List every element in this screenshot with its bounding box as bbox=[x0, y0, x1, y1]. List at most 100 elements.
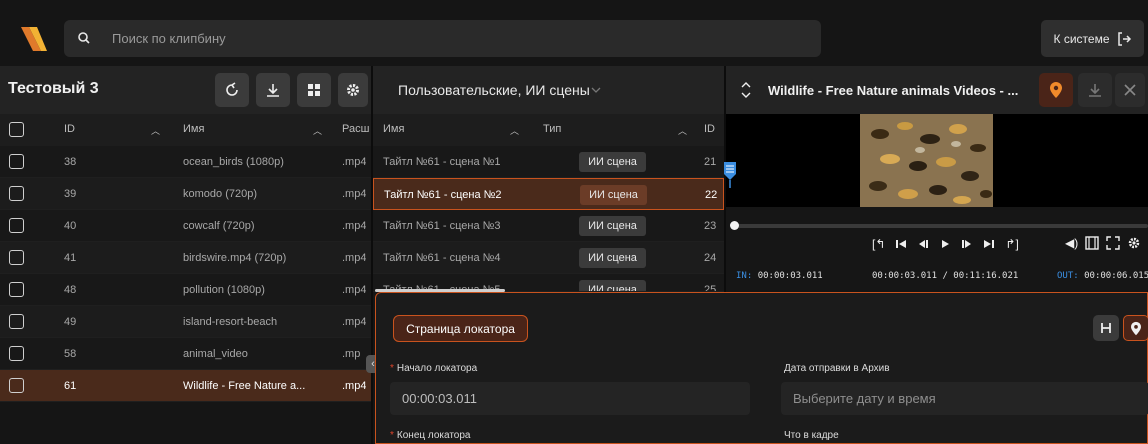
row-checkbox[interactable] bbox=[9, 218, 24, 233]
scene-id: 22 bbox=[705, 189, 718, 201]
search-icon bbox=[78, 32, 90, 44]
step-forward-icon[interactable] bbox=[961, 238, 973, 250]
archive-date-input[interactable]: Выберите дату и время bbox=[781, 382, 1148, 415]
out-value: 00:00:06.015 bbox=[1084, 271, 1148, 281]
current-position: 00:00:03.011 / 00:11:16.021 bbox=[872, 271, 1019, 281]
grid-icon bbox=[308, 84, 320, 96]
player-controls: [↰ ↱] ◀︎) IN: 00:00:03.011 00:00:03.011 … bbox=[726, 207, 1148, 290]
sort-up-icon[interactable]: ︿ bbox=[510, 124, 519, 137]
row-name: Wildlife - Free Nature a... bbox=[183, 380, 306, 392]
settings-button[interactable] bbox=[338, 73, 368, 107]
app-logo-icon[interactable] bbox=[17, 23, 51, 57]
table-row[interactable]: Тайтл №61 - сцена №4 ИИ сцена 24 bbox=[373, 242, 724, 274]
table-row-selected[interactable]: Тайтл №61 - сцена №2 ИИ сцена 22 bbox=[373, 178, 724, 210]
fullscreen-icon[interactable] bbox=[1106, 236, 1120, 250]
download-button[interactable] bbox=[1078, 73, 1112, 107]
scenes-title[interactable]: Пользовательские, ИИ сцены bbox=[398, 82, 590, 98]
column-name[interactable]: Имя bbox=[183, 123, 204, 135]
scene-id: 24 bbox=[704, 252, 717, 264]
row-checkbox[interactable] bbox=[9, 314, 24, 329]
volume-icon[interactable]: ◀︎) bbox=[1065, 236, 1078, 250]
locator-page-tab[interactable]: Страница локатора bbox=[393, 315, 528, 342]
table-row[interactable]: 41 birdswire.mp4 (720p) .mp4 bbox=[0, 242, 371, 274]
to-system-button[interactable]: К системе bbox=[1041, 20, 1144, 57]
download-button[interactable] bbox=[256, 73, 290, 107]
skip-forward-icon[interactable] bbox=[983, 238, 995, 250]
sort-up-icon[interactable]: ︿ bbox=[678, 124, 687, 137]
table-row-selected[interactable]: 61 Wildlife - Free Nature a... .mp4 bbox=[0, 370, 371, 402]
row-checkbox[interactable] bbox=[9, 154, 24, 169]
column-ext[interactable]: Расш bbox=[342, 123, 369, 135]
row-checkbox[interactable] bbox=[9, 346, 24, 361]
row-ext: .mp4 bbox=[342, 220, 367, 232]
bees-frame-image bbox=[860, 114, 993, 207]
select-all-checkbox[interactable] bbox=[9, 122, 24, 137]
video-viewport[interactable] bbox=[726, 114, 1148, 207]
locator-pin-button[interactable] bbox=[1123, 315, 1148, 341]
table-row[interactable]: 39 komodo (720p) .mp4 bbox=[0, 178, 371, 210]
skip-back-icon[interactable] bbox=[895, 238, 907, 250]
start-label: * Начало локатора bbox=[390, 363, 478, 374]
table-row[interactable]: 38 ocean_birds (1080p) .mp4 bbox=[0, 146, 371, 178]
playhead-knob[interactable] bbox=[730, 221, 739, 230]
row-id: 38 bbox=[64, 156, 77, 168]
sort-up-icon[interactable]: ︿ bbox=[313, 124, 322, 137]
gear-icon[interactable] bbox=[1127, 236, 1141, 250]
scene-id: 21 bbox=[704, 156, 717, 168]
save-button[interactable] bbox=[1093, 315, 1119, 341]
location-pin-icon bbox=[1131, 321, 1141, 335]
table-row[interactable]: 58 animal_video .mp bbox=[0, 338, 371, 370]
search-bar[interactable]: Поиск по клипбину bbox=[64, 20, 821, 57]
column-id[interactable]: ID bbox=[704, 123, 715, 135]
filmstrip-icon[interactable] bbox=[1085, 236, 1099, 250]
go-to-out-icon[interactable]: ↱] bbox=[1005, 237, 1018, 251]
start-input[interactable]: 00:00:03.011 bbox=[390, 382, 750, 415]
location-pin-icon bbox=[1050, 82, 1062, 98]
row-id: 40 bbox=[64, 220, 77, 232]
column-type[interactable]: Тип bbox=[543, 123, 561, 135]
chevron-down-icon[interactable] bbox=[591, 86, 601, 94]
scene-type-badge: ИИ сцена bbox=[579, 216, 646, 236]
row-checkbox[interactable] bbox=[9, 378, 24, 393]
row-checkbox[interactable] bbox=[9, 186, 24, 201]
clipbin-title: Тестовый 3 bbox=[8, 80, 99, 97]
save-icon bbox=[1101, 323, 1111, 333]
player-title: Wildlife - Free Nature animals Videos - … bbox=[768, 83, 1019, 98]
table-row[interactable]: Тайтл №61 - сцена №1 ИИ сцена 21 bbox=[373, 146, 724, 178]
download-icon bbox=[267, 84, 279, 97]
timeline-marker-icon[interactable] bbox=[722, 160, 738, 188]
table-row[interactable]: 48 pollution (1080p) .mp4 bbox=[0, 274, 371, 306]
locator-button[interactable] bbox=[1039, 73, 1073, 107]
locator-panel: Страница локатора * Начало локатора 00:00… bbox=[375, 292, 1148, 444]
row-name: komodo (720p) bbox=[183, 188, 257, 200]
table-row[interactable]: Тайтл №61 - сцена №3 ИИ сцена 23 bbox=[373, 210, 724, 242]
clipbin-header: Тестовый 3 bbox=[0, 66, 371, 114]
row-checkbox[interactable] bbox=[9, 282, 24, 297]
expand-collapse-icon[interactable] bbox=[741, 81, 751, 99]
gear-icon bbox=[347, 84, 359, 96]
play-icon[interactable] bbox=[939, 238, 951, 250]
step-back-icon[interactable] bbox=[917, 238, 929, 250]
scene-id: 23 bbox=[704, 220, 717, 232]
scene-name: Тайтл №61 - сцена №2 bbox=[384, 189, 502, 201]
row-ext: .mp4 bbox=[342, 156, 367, 168]
row-name: cowcalf (720p) bbox=[183, 220, 255, 232]
clipbin-table: ID ︿ Имя ︿ Расш 38 ocean_birds (1080p) .… bbox=[0, 114, 371, 444]
scene-name: Тайтл №61 - сцена №1 bbox=[383, 156, 501, 168]
download-icon bbox=[1089, 84, 1101, 97]
row-id: 49 bbox=[64, 316, 77, 328]
row-checkbox[interactable] bbox=[9, 250, 24, 265]
go-to-in-icon[interactable]: [↰ bbox=[872, 237, 885, 251]
close-button[interactable] bbox=[1115, 73, 1145, 107]
refresh-button[interactable] bbox=[215, 73, 249, 107]
scenes-table-header: Имя ︿ Тип ︿ ID bbox=[373, 114, 724, 146]
scene-type-badge: ИИ сцена bbox=[579, 248, 646, 268]
table-row[interactable]: 49 island-resort-beach .mp4 bbox=[0, 306, 371, 338]
layout-button[interactable] bbox=[297, 73, 331, 107]
sort-up-icon[interactable]: ︿ bbox=[151, 124, 160, 137]
scene-name: Тайтл №61 - сцена №3 bbox=[383, 220, 501, 232]
timeline-scrubber[interactable] bbox=[732, 224, 1148, 228]
table-row[interactable]: 40 cowcalf (720p) .mp4 bbox=[0, 210, 371, 242]
column-name[interactable]: Имя bbox=[383, 123, 404, 135]
column-id[interactable]: ID bbox=[64, 123, 75, 135]
